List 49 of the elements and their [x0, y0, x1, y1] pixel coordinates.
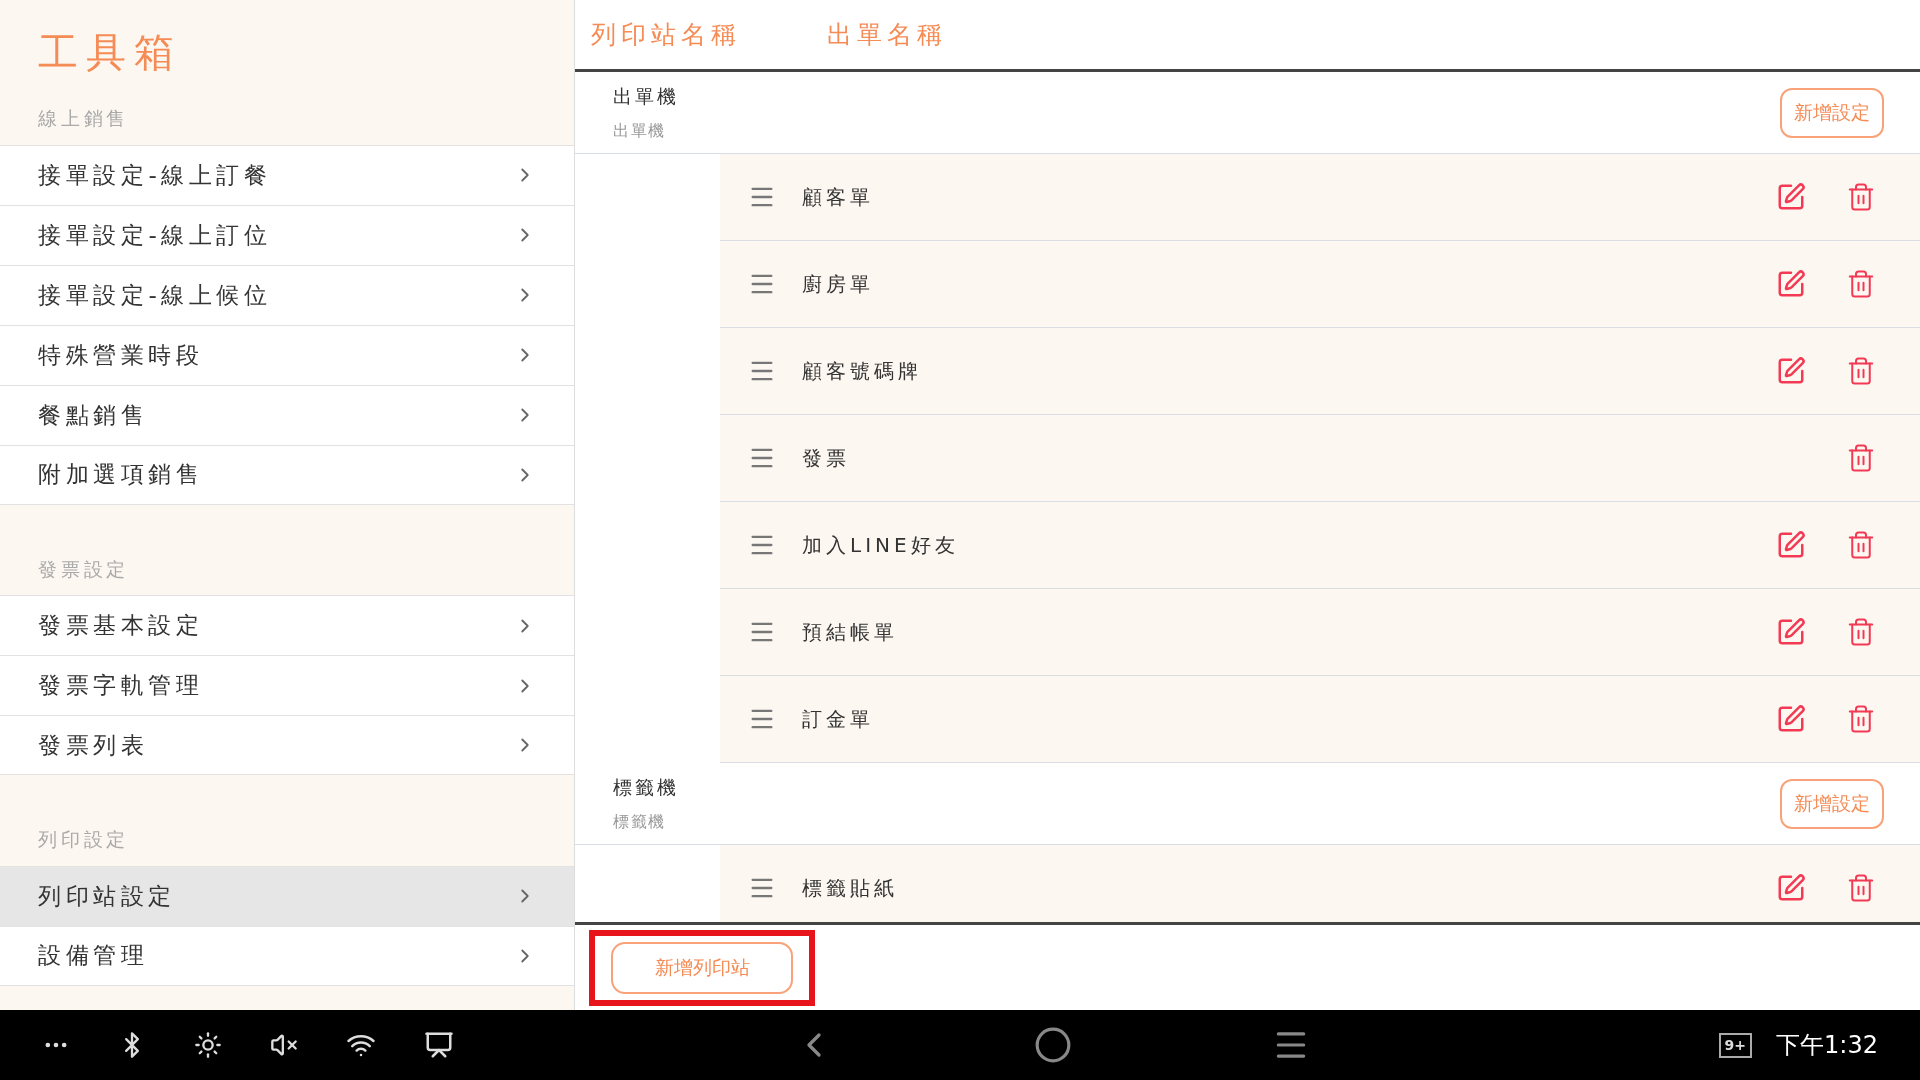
sidebar-title: 工具箱: [37, 28, 183, 77]
delete-icon[interactable]: [1846, 443, 1876, 473]
document-name: 廚房單: [802, 271, 875, 298]
edit-icon[interactable]: [1776, 356, 1806, 386]
section-heading: 列印設定: [38, 828, 130, 850]
delete-icon[interactable]: [1846, 873, 1876, 903]
sidebar-item[interactable]: 發票列表: [0, 715, 574, 775]
station-name: 標籤機: [613, 775, 679, 801]
clock: 下午1:32: [1776, 1030, 1878, 1061]
sidebar-item[interactable]: 附加選項銷售: [0, 444, 574, 505]
station-subtitle: 出單機: [613, 119, 667, 142]
edit-icon[interactable]: [1776, 182, 1806, 212]
document-name: 預結帳單: [802, 619, 899, 646]
column-header: 列印站名稱: [591, 18, 741, 51]
station-name: 出單機: [613, 84, 679, 110]
edit-icon[interactable]: [1776, 617, 1806, 647]
sidebar-item[interactable]: 發票基本設定: [0, 595, 574, 655]
section-heading: 發票設定: [38, 557, 130, 580]
delete-icon[interactable]: [1846, 182, 1876, 212]
document-name: 訂金單: [802, 706, 875, 733]
station-subtitle: 標籤機: [613, 810, 667, 833]
edit-icon[interactable]: [1776, 873, 1806, 903]
section-heading: 線上銷售: [38, 107, 130, 129]
sidebar-item[interactable]: 接單設定-線上候位: [0, 264, 574, 325]
sidebar-item[interactable]: 設備管理: [0, 925, 574, 986]
delete-icon[interactable]: [1846, 617, 1876, 647]
document-name: 顧客單: [802, 184, 875, 211]
edit-icon[interactable]: [1776, 704, 1806, 734]
sidebar-item[interactable]: 列印站設定: [0, 865, 574, 926]
sidebar-item[interactable]: 餐點銷售: [0, 384, 574, 445]
delete-icon[interactable]: [1846, 530, 1876, 560]
home-icon[interactable]: [1034, 1026, 1072, 1064]
sidebar-item[interactable]: 接單設定-線上訂位: [0, 204, 574, 265]
document-name: 發票: [802, 445, 851, 472]
edit-icon[interactable]: [1776, 530, 1806, 560]
sidebar-item[interactable]: 發票字軌管理: [0, 655, 574, 715]
notification-badge[interactable]: 9+: [1718, 1032, 1753, 1058]
document-name: 加入LINE好友: [802, 532, 960, 559]
delete-icon[interactable]: [1846, 356, 1876, 386]
column-header: 出單名稱: [827, 18, 947, 51]
document-name: 顧客號碼牌: [802, 358, 923, 385]
presentation-icon[interactable]: [424, 1030, 454, 1060]
edit-icon[interactable]: [1776, 269, 1806, 299]
delete-icon[interactable]: [1846, 269, 1876, 299]
sidebar-item[interactable]: 接單設定-線上訂餐: [0, 144, 574, 205]
document-name: 標籤貼紙: [802, 875, 899, 902]
sidebar-item[interactable]: 特殊營業時段: [0, 324, 574, 385]
delete-icon[interactable]: [1846, 704, 1876, 734]
brightness-icon[interactable]: [194, 1031, 222, 1059]
